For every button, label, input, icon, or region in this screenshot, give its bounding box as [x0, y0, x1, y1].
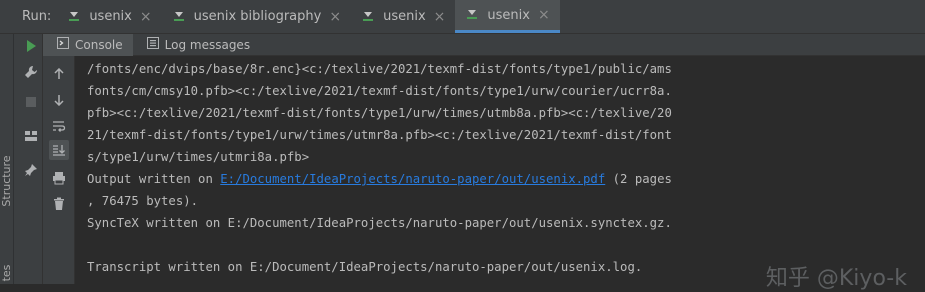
run-tab-label: usenix: [383, 9, 426, 24]
run-tab-usenix-1[interactable]: usenix ×: [57, 0, 161, 33]
console-subtabs: Console Log messages: [43, 33, 925, 56]
run-config-icon: [67, 10, 81, 24]
side-tool-strip: Structure tes: [0, 34, 14, 284]
run-config-icon: [172, 10, 186, 24]
scroll-down-icon[interactable]: [49, 90, 69, 110]
close-icon[interactable]: ×: [140, 10, 152, 24]
print-icon[interactable]: [49, 168, 69, 188]
run-tab-label: usenix: [487, 7, 530, 23]
close-icon[interactable]: ×: [538, 8, 550, 22]
tab-console[interactable]: Console: [43, 33, 133, 56]
run-tabs-bar: Run: usenix × usenix bibliography × usen…: [0, 0, 925, 34]
clear-trash-icon[interactable]: [49, 194, 69, 214]
layout-icon[interactable]: [21, 126, 41, 146]
console-line: , 76475 bytes).: [87, 194, 199, 208]
console-output[interactable]: /fonts/enc/dvips/base/8r.enc}<c:/texlive…: [75, 56, 925, 284]
watermark: 知乎 @Kiyo-k: [765, 266, 907, 291]
console-line: fonts/cm/cmsy10.pfb><c:/texlive/2021/tex…: [87, 84, 672, 98]
close-icon[interactable]: ×: [434, 10, 446, 24]
console-line: s/type1/urw/times/utmri8a.pfb>: [87, 150, 310, 164]
close-icon[interactable]: ×: [329, 10, 341, 24]
tab-console-label: Console: [75, 37, 123, 52]
soft-wrap-icon[interactable]: [49, 116, 69, 136]
log-messages-icon: [146, 37, 159, 52]
tab-log-messages-label: Log messages: [164, 37, 251, 52]
rerun-icon[interactable]: [21, 36, 41, 56]
run-tab-label: usenix bibliography: [193, 9, 322, 24]
console-line-suffix: (2 pages: [605, 172, 672, 186]
console-line: pfb><c:/texlive/2021/texmf-dist/fonts/ty…: [87, 106, 672, 120]
structure-tool-label[interactable]: Structure: [0, 154, 14, 208]
run-tab-usenix-3[interactable]: usenix ×: [455, 0, 560, 33]
run-config-icon: [361, 10, 375, 24]
run-config-icon: [465, 8, 479, 22]
run-tab-usenix-2[interactable]: usenix ×: [351, 0, 455, 33]
console-line: SyncTeX written on E:/Document/IdeaProje…: [87, 216, 672, 230]
console-line: Transcript written on E:/Document/IdeaPr…: [87, 260, 643, 274]
scroll-to-end-icon[interactable]: [49, 140, 69, 160]
stop-icon[interactable]: [21, 92, 41, 112]
console-line: /fonts/enc/dvips/base/8r.enc}<c:/texlive…: [87, 62, 672, 76]
run-tab-usenix-bibliography[interactable]: usenix bibliography ×: [162, 0, 351, 33]
side-tool-label-bottom[interactable]: tes: [0, 261, 14, 285]
run-tab-label: usenix: [89, 9, 132, 24]
run-label: Run:: [22, 9, 52, 24]
scroll-up-icon[interactable]: [49, 64, 69, 84]
console-line-output: Output written on E:/Document/IdeaProjec…: [87, 168, 672, 190]
console-line: 21/texmf-dist/fonts/type1/urw/times/utmr…: [87, 128, 672, 142]
pin-icon[interactable]: [21, 160, 41, 180]
output-pdf-link[interactable]: E:/Document/IdeaProjects/naruto-paper/ou…: [220, 172, 605, 186]
console-line-prefix: Output written on: [87, 172, 221, 186]
console-icon: [57, 37, 69, 52]
tab-log-messages[interactable]: Log messages: [133, 34, 260, 56]
wrench-icon[interactable]: [21, 62, 41, 82]
